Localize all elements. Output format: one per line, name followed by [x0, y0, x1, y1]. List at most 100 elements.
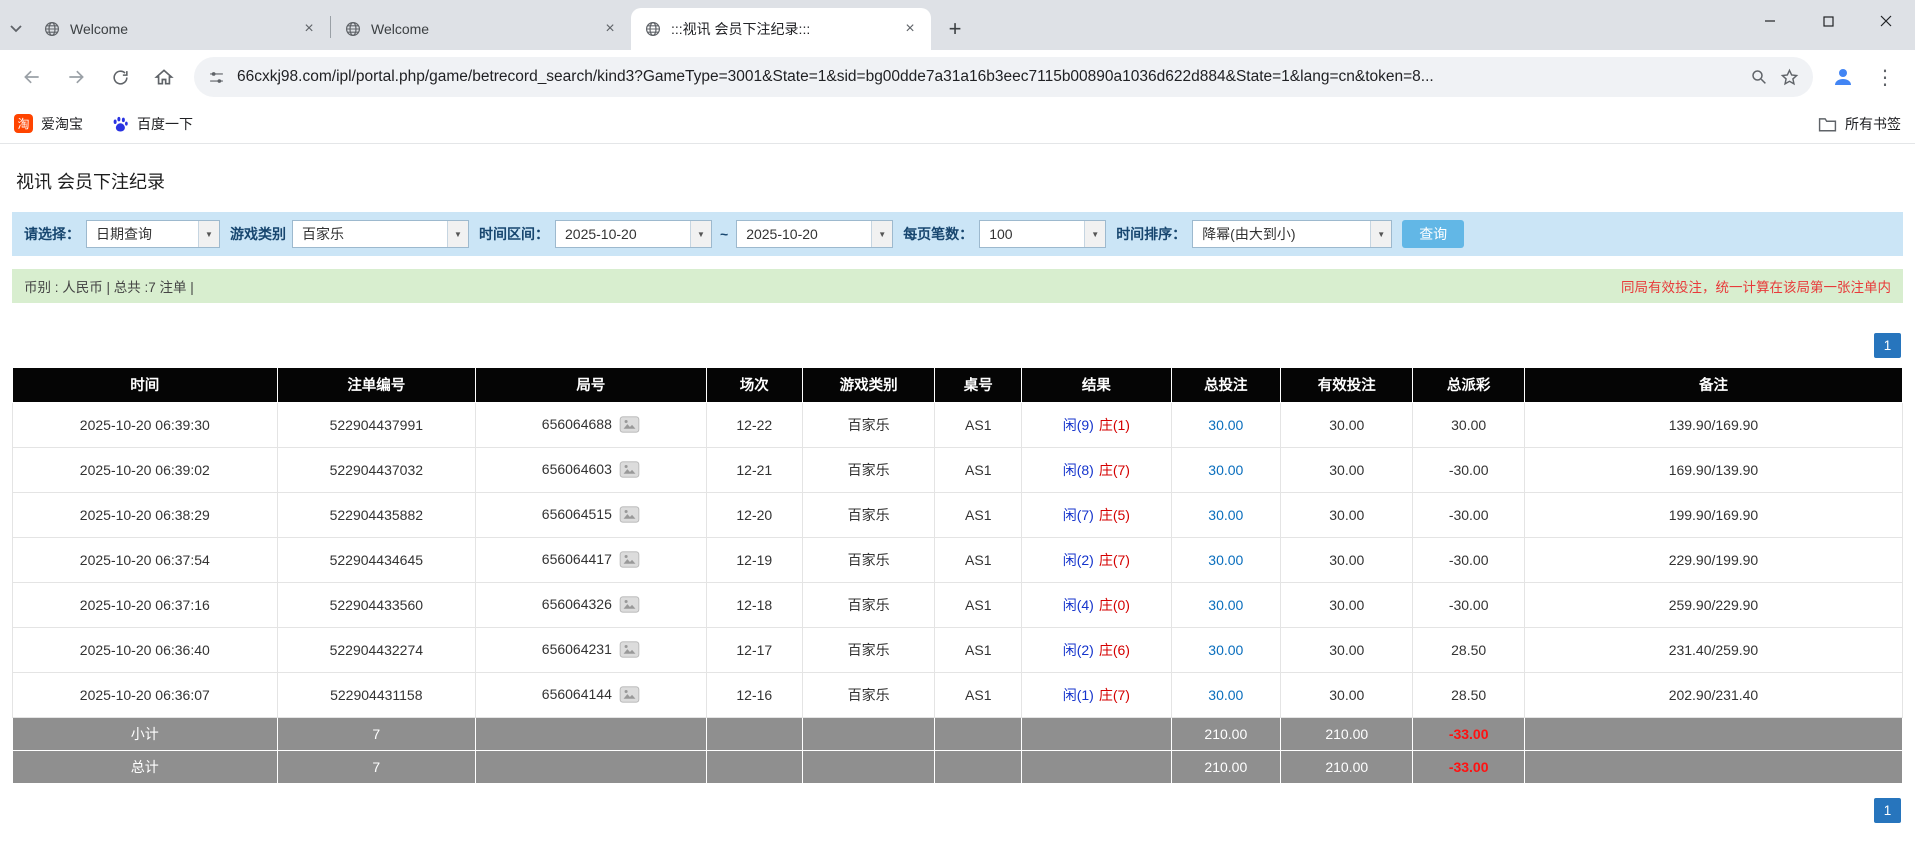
cell-table-no: AS1	[935, 402, 1022, 447]
per-page-select[interactable]: 100 ▼	[979, 220, 1106, 248]
result-banker: 庄(7)	[1099, 462, 1130, 478]
result-player: 闲(1)	[1063, 687, 1094, 703]
cell-note: 169.90/139.90	[1524, 447, 1902, 492]
profile-avatar-icon[interactable]	[1823, 57, 1863, 97]
round-detail-icon[interactable]	[619, 461, 640, 478]
zoom-icon[interactable]	[1750, 68, 1768, 86]
cell-time: 2025-10-20 06:36:07	[13, 672, 278, 717]
subtotal-count: 7	[277, 717, 475, 750]
chevron-down-icon[interactable]: ▼	[1370, 221, 1391, 247]
cell-result: 闲(7)庄(5)	[1022, 492, 1171, 537]
cell-session: 12-20	[706, 492, 802, 537]
round-detail-icon[interactable]	[619, 686, 640, 703]
cell-total-bet-link[interactable]: 30.00	[1171, 492, 1281, 537]
round-detail-icon[interactable]	[619, 416, 640, 433]
cell-session: 12-21	[706, 447, 802, 492]
result-banker: 庄(6)	[1099, 642, 1130, 658]
cell-game: 百家乐	[802, 402, 934, 447]
new-tab-button[interactable]: +	[937, 11, 973, 47]
site-info-icon[interactable]	[208, 69, 225, 86]
cell-bet-id: 522904437032	[277, 447, 475, 492]
table-row: 2025-10-20 06:36:40 522904432274 6560642…	[13, 627, 1903, 672]
tab-close-icon[interactable]: ×	[298, 18, 320, 40]
cell-note: 231.40/259.90	[1524, 627, 1902, 672]
footer-empty-cell	[802, 717, 934, 750]
bookmark-taobao[interactable]: 淘 爱淘宝	[14, 114, 83, 134]
reload-icon[interactable]	[100, 57, 140, 97]
forward-icon[interactable]	[56, 57, 96, 97]
table-row: 2025-10-20 06:37:16 522904433560 6560643…	[13, 582, 1903, 627]
cell-total-bet-link[interactable]: 30.00	[1171, 402, 1281, 447]
home-icon[interactable]	[144, 57, 184, 97]
cell-session: 12-18	[706, 582, 802, 627]
round-detail-icon[interactable]	[619, 596, 640, 613]
tab-search-chevron-icon[interactable]	[2, 8, 30, 50]
sort-select[interactable]: 降幂(由大到小) ▼	[1192, 220, 1392, 248]
url-text[interactable]: 66cxkj98.com/ipl/portal.php/game/betreco…	[237, 68, 1738, 86]
cell-total-bet-link[interactable]: 30.00	[1171, 672, 1281, 717]
minimize-button[interactable]	[1741, 0, 1799, 42]
table-row: 2025-10-20 06:36:07 522904431158 6560641…	[13, 672, 1903, 717]
address-bar[interactable]: 66cxkj98.com/ipl/portal.php/game/betreco…	[194, 57, 1813, 97]
cell-total-bet-link[interactable]: 30.00	[1171, 627, 1281, 672]
page-number-button[interactable]: 1	[1874, 798, 1901, 823]
date-to-select[interactable]: 2025-10-20 ▼	[736, 220, 893, 248]
maximize-button[interactable]	[1799, 0, 1857, 42]
total-row: 总计 7 210.00 210.00 -33.00	[13, 750, 1903, 783]
date-from-select[interactable]: 2025-10-20 ▼	[555, 220, 712, 248]
game-type-select[interactable]: 百家乐 ▼	[292, 220, 469, 248]
close-window-button[interactable]	[1857, 0, 1915, 42]
header-payout: 总派彩	[1413, 368, 1525, 402]
chevron-down-icon[interactable]: ▼	[198, 221, 219, 247]
tab-bet-record-active[interactable]: :::视讯 会员下注纪录::: ×	[631, 8, 931, 50]
back-icon[interactable]	[12, 57, 52, 97]
cell-total-bet-link[interactable]: 30.00	[1171, 447, 1281, 492]
round-detail-icon[interactable]	[619, 506, 640, 523]
cell-bet-id: 522904434645	[277, 537, 475, 582]
chevron-down-icon[interactable]: ▼	[1084, 221, 1105, 247]
subtotal-total-bet: 210.00	[1171, 717, 1281, 750]
all-bookmarks[interactable]: 所有书签	[1818, 114, 1901, 134]
bookmark-baidu[interactable]: 百度一下	[111, 114, 193, 134]
tab-welcome-1[interactable]: Welcome ×	[30, 8, 330, 50]
per-page-label: 每页笔数：	[903, 224, 973, 244]
footer-empty-cell	[1524, 750, 1902, 783]
result-banker: 庄(5)	[1099, 507, 1130, 523]
cell-table-no: AS1	[935, 492, 1022, 537]
cell-note: 259.90/229.90	[1524, 582, 1902, 627]
page-number-button[interactable]: 1	[1874, 333, 1901, 358]
result-banker: 庄(7)	[1099, 687, 1130, 703]
cell-note: 202.90/231.40	[1524, 672, 1902, 717]
footer-empty-cell	[1524, 717, 1902, 750]
chevron-down-icon[interactable]: ▼	[447, 221, 468, 247]
table-header-row: 时间 注单编号 局号 场次 游戏类别 桌号 结果 总投注 有效投注 总派彩 备注	[13, 368, 1903, 402]
tab-close-icon[interactable]: ×	[899, 18, 921, 40]
tab-welcome-2[interactable]: Welcome ×	[331, 8, 631, 50]
date-from-value: 2025-10-20	[556, 221, 690, 247]
table-row: 2025-10-20 06:39:02 522904437032 6560646…	[13, 447, 1903, 492]
round-detail-icon[interactable]	[619, 551, 640, 568]
header-time: 时间	[13, 368, 278, 402]
search-button[interactable]: 查询	[1402, 220, 1464, 248]
chevron-down-icon[interactable]: ▼	[871, 221, 892, 247]
bookmark-label: 爱淘宝	[41, 114, 83, 134]
cell-note: 229.90/199.90	[1524, 537, 1902, 582]
query-type-select[interactable]: 日期查询 ▼	[86, 220, 220, 248]
cell-total-bet-link[interactable]: 30.00	[1171, 582, 1281, 627]
cell-round-id: 656064515	[476, 492, 707, 537]
round-detail-icon[interactable]	[619, 641, 640, 658]
table-row: 2025-10-20 06:37:54 522904434645 6560644…	[13, 537, 1903, 582]
header-table-no: 桌号	[935, 368, 1022, 402]
cell-table-no: AS1	[935, 537, 1022, 582]
cell-total-bet-link[interactable]: 30.00	[1171, 537, 1281, 582]
footer-empty-cell	[802, 750, 934, 783]
page-title: 视讯 会员下注纪录	[16, 168, 1899, 194]
tab-close-icon[interactable]: ×	[599, 18, 621, 40]
cell-game: 百家乐	[802, 537, 934, 582]
cell-table-no: AS1	[935, 582, 1022, 627]
bookmark-star-icon[interactable]	[1780, 68, 1799, 87]
cell-result: 闲(4)庄(0)	[1022, 582, 1171, 627]
chevron-down-icon[interactable]: ▼	[690, 221, 711, 247]
browser-menu-icon[interactable]: ⋮	[1867, 65, 1903, 90]
subtotal-row: 小计 7 210.00 210.00 -33.00	[13, 717, 1903, 750]
